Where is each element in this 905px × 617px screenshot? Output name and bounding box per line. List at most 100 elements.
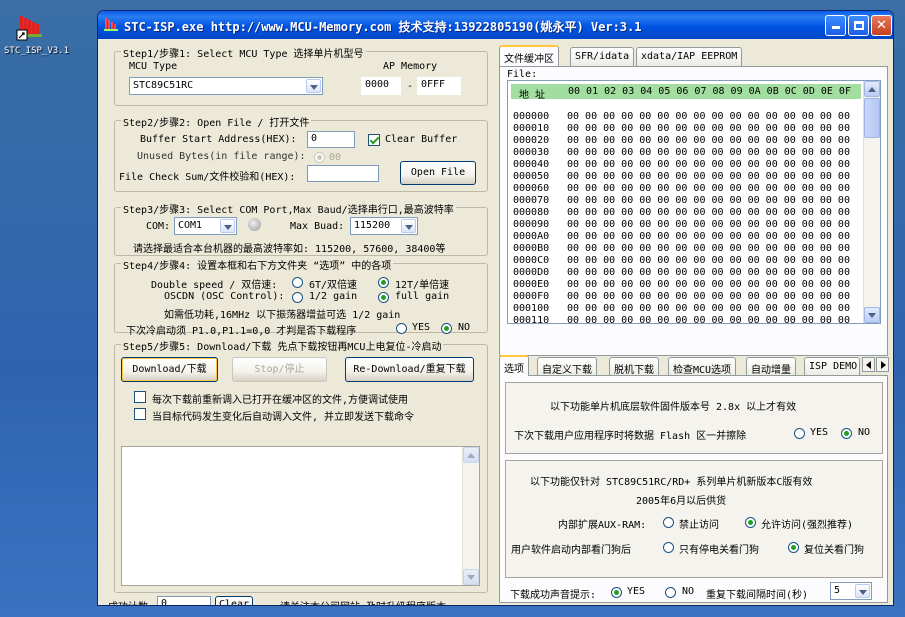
- reload-file-checkbox[interactable]: [134, 391, 146, 403]
- log-textarea[interactable]: [121, 446, 480, 586]
- hex-view[interactable]: 地 址 00 01 02 03 04 05 06 07 08 09 0A 0B …: [507, 80, 881, 324]
- hex-row-bytes: 00 00 00 00 00 00 00 00 00 00 00 00 00 0…: [567, 315, 850, 324]
- hex-row-address: 0000D0: [513, 267, 550, 278]
- desktop-shortcut[interactable]: STC_ISP_V3.1: [4, 14, 69, 56]
- flash-erase-no-radio[interactable]: [841, 428, 852, 439]
- tab-scroll-right-icon[interactable]: [876, 357, 889, 372]
- tab-scroll-left-icon[interactable]: [862, 357, 875, 372]
- tab-offline-download[interactable]: 脱机下载: [609, 357, 659, 376]
- hex-header: 地 址 00 01 02 03 04 05 06 07 08 09 0A 0B …: [511, 84, 861, 101]
- unused-bytes-radio[interactable]: [314, 152, 325, 163]
- aux-forbid-radio[interactable]: [663, 517, 674, 528]
- log-scrollbar[interactable]: [462, 447, 479, 585]
- chevron-down-icon[interactable]: [855, 584, 870, 598]
- hex-row: 000020 00 00 00 00 00 00 00 00 00 00 00 0…: [513, 135, 850, 146]
- tab-custom-download[interactable]: 自定义下载: [537, 357, 597, 376]
- flash-erase-yes-radio[interactable]: [794, 428, 805, 439]
- p10-yes-radio[interactable]: [396, 323, 407, 334]
- aux-allow-radio[interactable]: [745, 517, 756, 528]
- flash-erase-label: 下次下载用户应用程序时将数据 Flash 区一并擦除: [514, 431, 747, 442]
- speed-12t-label: 12T/单倍速: [395, 280, 450, 291]
- chevron-down-icon[interactable]: [401, 219, 416, 233]
- p10-label: 下次冷启动须 P1.0,P1.1=0,0 才判是否下载程序: [126, 326, 357, 337]
- upgrade-notice: 请关注本公司网站,及时升级程序版本: [280, 598, 446, 605]
- hex-row-bytes: 00 00 00 00 00 00 00 00 00 00 00 00 00 0…: [567, 147, 850, 158]
- gain-hint: 如需低功耗,16MHz 以下振荡器增益可选 1/2 gain: [164, 310, 401, 321]
- tab-options[interactable]: 选项: [499, 355, 529, 376]
- oscdn-label: OSCDN (OSC Control):: [164, 291, 285, 302]
- speed-12t-radio[interactable]: [378, 277, 389, 288]
- wd-reset-radio[interactable]: [788, 542, 799, 553]
- buffer-address-label: Buffer Start Address(HEX):: [140, 134, 297, 145]
- title-bar[interactable]: STC-ISP.exe http://www.MCU-Memory.com 技术…: [98, 11, 893, 39]
- hex-row: 0000F0 00 00 00 00 00 00 00 00 00 00 00 0…: [513, 291, 850, 302]
- open-file-button[interactable]: Open File: [400, 161, 476, 185]
- auto-download-checkbox[interactable]: [134, 408, 146, 420]
- mcu-type-select[interactable]: STC89C51RC: [129, 77, 323, 95]
- full-gain-radio[interactable]: [378, 292, 389, 303]
- tab-auto-increment[interactable]: 自动增量: [746, 357, 796, 376]
- success-count-field: 0: [157, 596, 211, 605]
- chevron-down-icon[interactable]: [306, 79, 321, 93]
- hex-row: 0000C0 00 00 00 00 00 00 00 00 00 00 00 0…: [513, 255, 850, 266]
- hex-address-header: 地 址: [519, 90, 546, 101]
- step2-legend: Step2/步骤2: Open File / 打开文件: [121, 114, 312, 129]
- close-button[interactable]: ✕: [871, 15, 892, 36]
- maximize-button[interactable]: [848, 15, 869, 36]
- app-icon: [103, 17, 119, 33]
- hex-row: 000080 00 00 00 00 00 00 00 00 00 00 00 0…: [513, 207, 850, 218]
- speed-6t-radio[interactable]: [292, 277, 303, 288]
- wd-power-only-radio[interactable]: [663, 542, 674, 553]
- hex-row-address: 000080: [513, 207, 550, 218]
- tab-xdata-eeprom[interactable]: xdata/IAP EEPROM: [636, 47, 743, 66]
- half-gain-radio[interactable]: [292, 292, 303, 303]
- hex-row-bytes: 00 00 00 00 00 00 00 00 00 00 00 00 00 0…: [567, 243, 850, 254]
- sound-no-radio[interactable]: [665, 587, 676, 598]
- interval-value: 5: [834, 585, 841, 596]
- hex-row: 0000B0 00 00 00 00 00 00 00 00 00 00 00 0…: [513, 243, 850, 254]
- max-baud-value: 115200: [354, 220, 391, 231]
- stop-button[interactable]: Stop/停止: [232, 357, 327, 382]
- hex-row: 000100 00 00 00 00 00 00 00 00 00 00 00 0…: [513, 303, 850, 314]
- scroll-up-icon[interactable]: [864, 81, 880, 97]
- interval-select[interactable]: 5: [830, 582, 872, 600]
- hex-scrollbar[interactable]: [863, 81, 880, 323]
- maximize-icon: [853, 21, 864, 30]
- hex-row-address: 000070: [513, 195, 550, 206]
- tab-sfr-idata[interactable]: SFR/idata: [570, 47, 635, 66]
- hex-row: 000000 00 00 00 00 00 00 00 00 00 00 00 0…: [513, 111, 850, 122]
- tab-file-buffer[interactable]: 文件缓冲区: [499, 45, 559, 66]
- clear-count-button[interactable]: Clear: [215, 596, 253, 605]
- com-port-select[interactable]: COM1: [174, 217, 237, 235]
- scroll-up-icon[interactable]: [463, 447, 479, 463]
- unused-bytes-option: 00: [329, 152, 342, 163]
- hex-row: 000090 00 00 00 00 00 00 00 00 00 00 00 0…: [513, 219, 850, 230]
- hex-row-bytes: 00 00 00 00 00 00 00 00 00 00 00 00 00 0…: [567, 159, 850, 170]
- tab-isp-demo[interactable]: ISP DEMO: [804, 357, 860, 376]
- p10-yes-label: YES: [412, 322, 431, 333]
- max-baud-label: Max Buad:: [290, 221, 345, 232]
- step4-group: Step4/步骤4: 设置本框和右下方文件夹 “选项” 中的各项 Double …: [114, 257, 488, 337]
- max-baud-select[interactable]: 115200: [350, 217, 418, 235]
- clear-buffer-checkbox[interactable]: [368, 134, 380, 146]
- download-button[interactable]: Download/下载: [121, 357, 218, 382]
- scroll-down-icon[interactable]: [463, 569, 479, 585]
- sound-yes-radio[interactable]: [611, 587, 622, 598]
- redownload-button[interactable]: Re-Download/重复下载: [345, 357, 474, 382]
- tab-check-mcu[interactable]: 检查MCU选项: [668, 357, 737, 376]
- full-gain-label: full gain: [395, 291, 450, 302]
- hex-row-address: 000030: [513, 147, 550, 158]
- hex-row-address: 0000A0: [513, 231, 550, 242]
- wd-power-only-label: 只有停电关看门狗: [679, 545, 759, 556]
- ap-memory-label: AP Memory: [383, 61, 438, 72]
- scroll-thumb[interactable]: [864, 98, 880, 138]
- buffer-address-input[interactable]: 0: [307, 131, 355, 148]
- scroll-down-icon[interactable]: [864, 307, 880, 323]
- chevron-down-icon[interactable]: [220, 219, 235, 233]
- p10-no-radio[interactable]: [441, 323, 452, 334]
- minimize-button[interactable]: [825, 15, 846, 36]
- aux-ram-label: 内部扩展AUX-RAM:: [558, 520, 647, 531]
- hex-row-bytes: 00 00 00 00 00 00 00 00 00 00 00 00 00 0…: [567, 279, 850, 290]
- hex-row-bytes: 00 00 00 00 00 00 00 00 00 00 00 00 00 0…: [567, 135, 850, 146]
- options-panel: 以下功能单片机底层软件固件版本号 2.8x 以上才有效 下次下载用户应用程序时将…: [499, 375, 888, 603]
